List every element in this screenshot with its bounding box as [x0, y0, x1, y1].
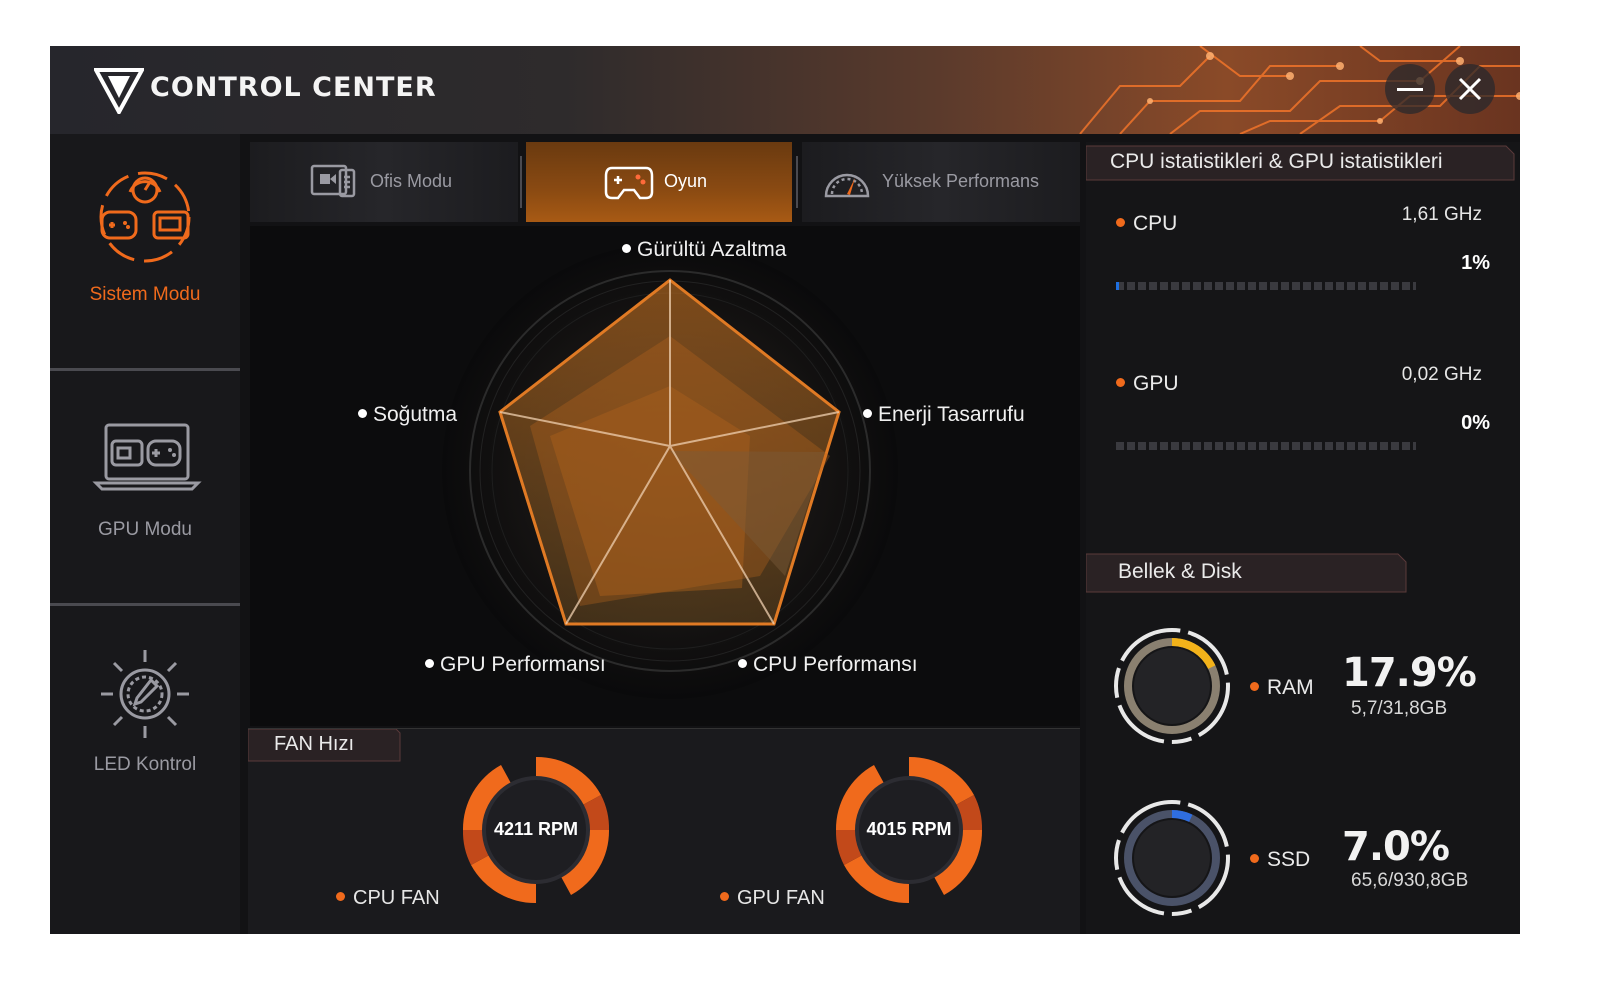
- radar-chart: [250, 226, 1080, 726]
- tab-label: Yüksek Performans: [882, 171, 1040, 191]
- ram-size: 5,7/31,8GB: [1351, 698, 1448, 719]
- gpu-frequency: 0,02 GHz: [1401, 364, 1482, 385]
- radar-axis-cpu-performance: CPU Performansı: [738, 653, 918, 677]
- app-title: CONTROL CENTER: [150, 72, 437, 103]
- minimize-icon: [1397, 88, 1423, 91]
- sidebar-item-label: LED Kontrol: [93, 754, 197, 775]
- control-center-window: CONTROL CENTER Sistem Modu GPU Modu LED …: [50, 46, 1520, 934]
- tab-divider: [520, 156, 522, 208]
- gpu-fan-label: GPU FAN: [720, 887, 825, 910]
- radar-axis-energy-saving: Enerji Tasarrufu: [863, 403, 1025, 427]
- cpu-usage-bar: [1116, 282, 1416, 290]
- stats-panel: CPU istatistikleri & GPU istatistikleri …: [1086, 142, 1520, 934]
- gpu-usage-percent: 0%: [1461, 412, 1490, 434]
- tab-high-performance[interactable]: Yüksek Performans: [802, 142, 1080, 222]
- mode-tabs: Ofis Modu Oyun Yüksek Performans: [250, 142, 1080, 222]
- ssd-label: SSD: [1250, 848, 1310, 872]
- tab-divider: [796, 156, 798, 208]
- radar-axis-noise-reduction: Gürültü Azaltma: [622, 238, 786, 262]
- gpu-mode-icon: [92, 423, 202, 491]
- gpu-stat-label: GPU: [1116, 372, 1179, 396]
- sidebar: Sistem Modu GPU Modu LED Kontrol: [50, 134, 240, 934]
- gpu-fan-rpm: 4015 RPM: [866, 819, 952, 839]
- stats-panel-title: CPU istatistikleri & GPU istatistikleri: [1110, 150, 1443, 173]
- ram-label: RAM: [1250, 676, 1314, 700]
- gamepad-icon: [604, 166, 654, 200]
- tab-label: Oyun: [664, 171, 708, 191]
- system-mode-icon: [99, 171, 191, 263]
- radar-axis-gpu-performance: GPU Performansı: [425, 653, 606, 677]
- close-button[interactable]: [1445, 64, 1495, 114]
- led-control-icon: [101, 650, 189, 738]
- ram-gauge: [1114, 628, 1230, 744]
- close-icon: [1458, 77, 1482, 101]
- sidebar-item-gpu-mode[interactable]: GPU Modu: [50, 371, 240, 605]
- cpu-usage-percent: 1%: [1461, 252, 1490, 274]
- minimize-button[interactable]: [1385, 64, 1435, 114]
- cpu-usage-bar-fill: [1116, 282, 1119, 290]
- ssd-size: 65,6/930,8GB: [1351, 870, 1469, 891]
- title-bar: CONTROL CENTER: [50, 46, 1520, 134]
- tab-label: Ofis Modu: [370, 171, 453, 191]
- tab-game-mode[interactable]: Oyun: [526, 142, 792, 222]
- fan-speed-panel: FAN Hızı 4211 RPM CPU FAN 4015 RPM GPU F…: [248, 728, 1080, 934]
- ram-percent: 17.9%: [1342, 650, 1477, 696]
- cpu-fan-label: CPU FAN: [336, 887, 440, 910]
- ssd-percent: 7.0%: [1342, 824, 1450, 870]
- performance-radar: Gürültü Azaltma Enerji Tasarrufu CPU Per…: [250, 226, 1080, 726]
- office-icon: [310, 164, 356, 198]
- cpu-stat-label: CPU: [1116, 212, 1177, 236]
- sidebar-item-label: Sistem Modu: [89, 284, 201, 305]
- sidebar-item-label: GPU Modu: [98, 519, 192, 540]
- radar-axis-cooling: Soğutma: [358, 403, 457, 427]
- ssd-gauge: [1114, 800, 1230, 916]
- fan-panel-title: FAN Hızı: [274, 733, 355, 755]
- memory-panel-title: Bellek & Disk: [1118, 560, 1242, 583]
- gpu-usage-bar: [1116, 442, 1416, 450]
- logo-icon: [94, 68, 144, 114]
- sidebar-item-system-mode[interactable]: Sistem Modu: [50, 134, 240, 368]
- speedometer-icon: [824, 173, 870, 198]
- cpu-fan-rpm: 4211 RPM: [493, 819, 579, 839]
- tab-office-mode[interactable]: Ofis Modu: [250, 142, 518, 222]
- cpu-frequency: 1,61 GHz: [1401, 204, 1482, 225]
- sidebar-item-led-control[interactable]: LED Kontrol: [50, 606, 240, 840]
